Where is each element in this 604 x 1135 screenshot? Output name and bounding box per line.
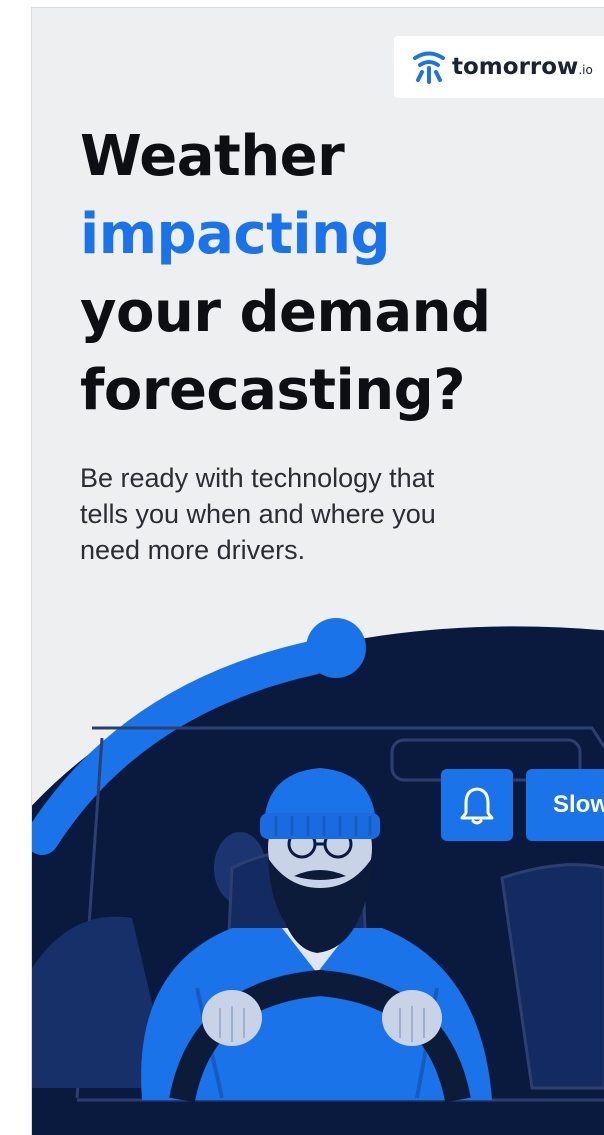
subheadline-line-2: tells you when and where you [80,499,436,529]
beanie-cuff [260,813,380,839]
headline-line-3: your demand [80,280,491,345]
slow-alert-pill: Slow [526,769,604,841]
bell-icon [460,787,494,825]
subheadline-line-3: need more drivers. [80,535,306,565]
headline-line-4: forecasting? [80,358,466,423]
headline-line-1: Weather [80,124,345,189]
subheadline: Be ready with technology that tells you … [80,460,560,568]
notification-bell-button [441,769,513,841]
tomorrow-logo-icon [413,51,445,84]
weather-ad-banner[interactable]: tomorrow.io Weather impacting your deman… [31,7,604,1135]
headline-line-2-accent: impacting [80,202,391,267]
headline: Weather impacting your demand forecastin… [80,118,491,430]
subheadline-line-1: Be ready with technology that [80,463,435,493]
arc-dot [306,618,366,678]
brand-name: tomorrow.io [452,54,593,80]
floor-band [32,1103,604,1135]
brand-logo[interactable]: tomorrow.io [394,36,604,98]
